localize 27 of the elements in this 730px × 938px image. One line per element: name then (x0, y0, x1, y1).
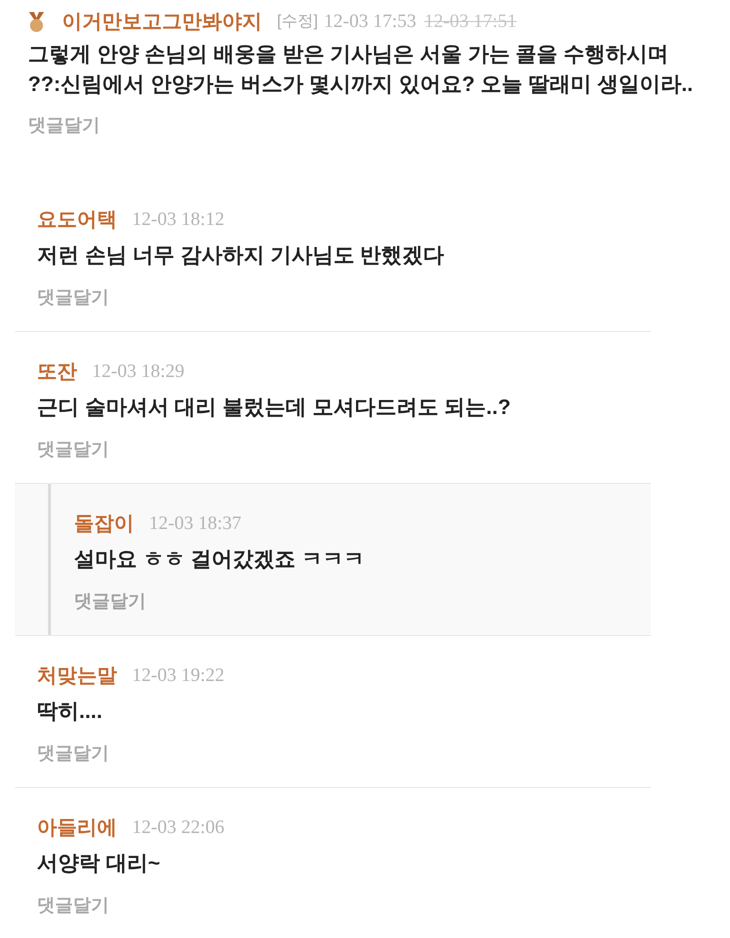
reply-link[interactable]: 댓글달기 (37, 436, 109, 462)
reply-link[interactable]: 댓글달기 (37, 740, 109, 766)
comment-author[interactable]: 또잔 (37, 359, 77, 385)
comment-text: 딱히.... (37, 699, 104, 725)
comment-author[interactable]: 이거만보고그만봐야지 (62, 9, 262, 35)
comment-time: 12-03 17:53 (324, 10, 416, 34)
medal-icon (28, 12, 45, 32)
comment-time: 12-03 22:06 (132, 816, 224, 840)
reply-link[interactable]: 댓글달기 (37, 284, 109, 310)
comment-text: 설마요 ㅎㅎ 걸어갔겠죠 ㅋㅋㅋ (74, 547, 366, 573)
comment-time: 12-03 18:29 (92, 360, 184, 384)
comment-time: 12-03 19:22 (132, 664, 224, 688)
comment-text: 저런 손님 너무 감사하지 기사님도 반했겠다 (37, 243, 446, 269)
reply-link[interactable]: 댓글달기 (28, 112, 100, 138)
comment-text: 근디 술마셔서 대리 불렀는데 모셔다드려도 되는..? (37, 395, 512, 421)
comment-author[interactable]: 요도어택 (37, 207, 117, 233)
comment-author[interactable]: 처맞는말 (37, 663, 117, 689)
comment-time: 12-03 18:12 (132, 208, 224, 232)
comment-author[interactable]: 돌잡이 (74, 511, 134, 537)
reply-link[interactable]: 댓글달기 (74, 588, 146, 614)
edited-label: [수정] (277, 12, 318, 32)
comment-text: 서양락 대리~ (37, 851, 162, 877)
comment-text: 그렇게 안양 손님의 배웅을 받은 기사님은 서울 가는 콜을 수행하시며 ??:신림에서 안양가는 버스가 몇시까지 있어요? 오늘 딸래미 생일이라.. (28, 42, 694, 98)
comment-time: 12-03 18:37 (149, 512, 242, 536)
comment-author[interactable]: 아들리에 (37, 815, 117, 841)
reply-link[interactable]: 댓글달기 (37, 892, 109, 918)
previous-time: 12-03 17:51 (424, 10, 517, 34)
